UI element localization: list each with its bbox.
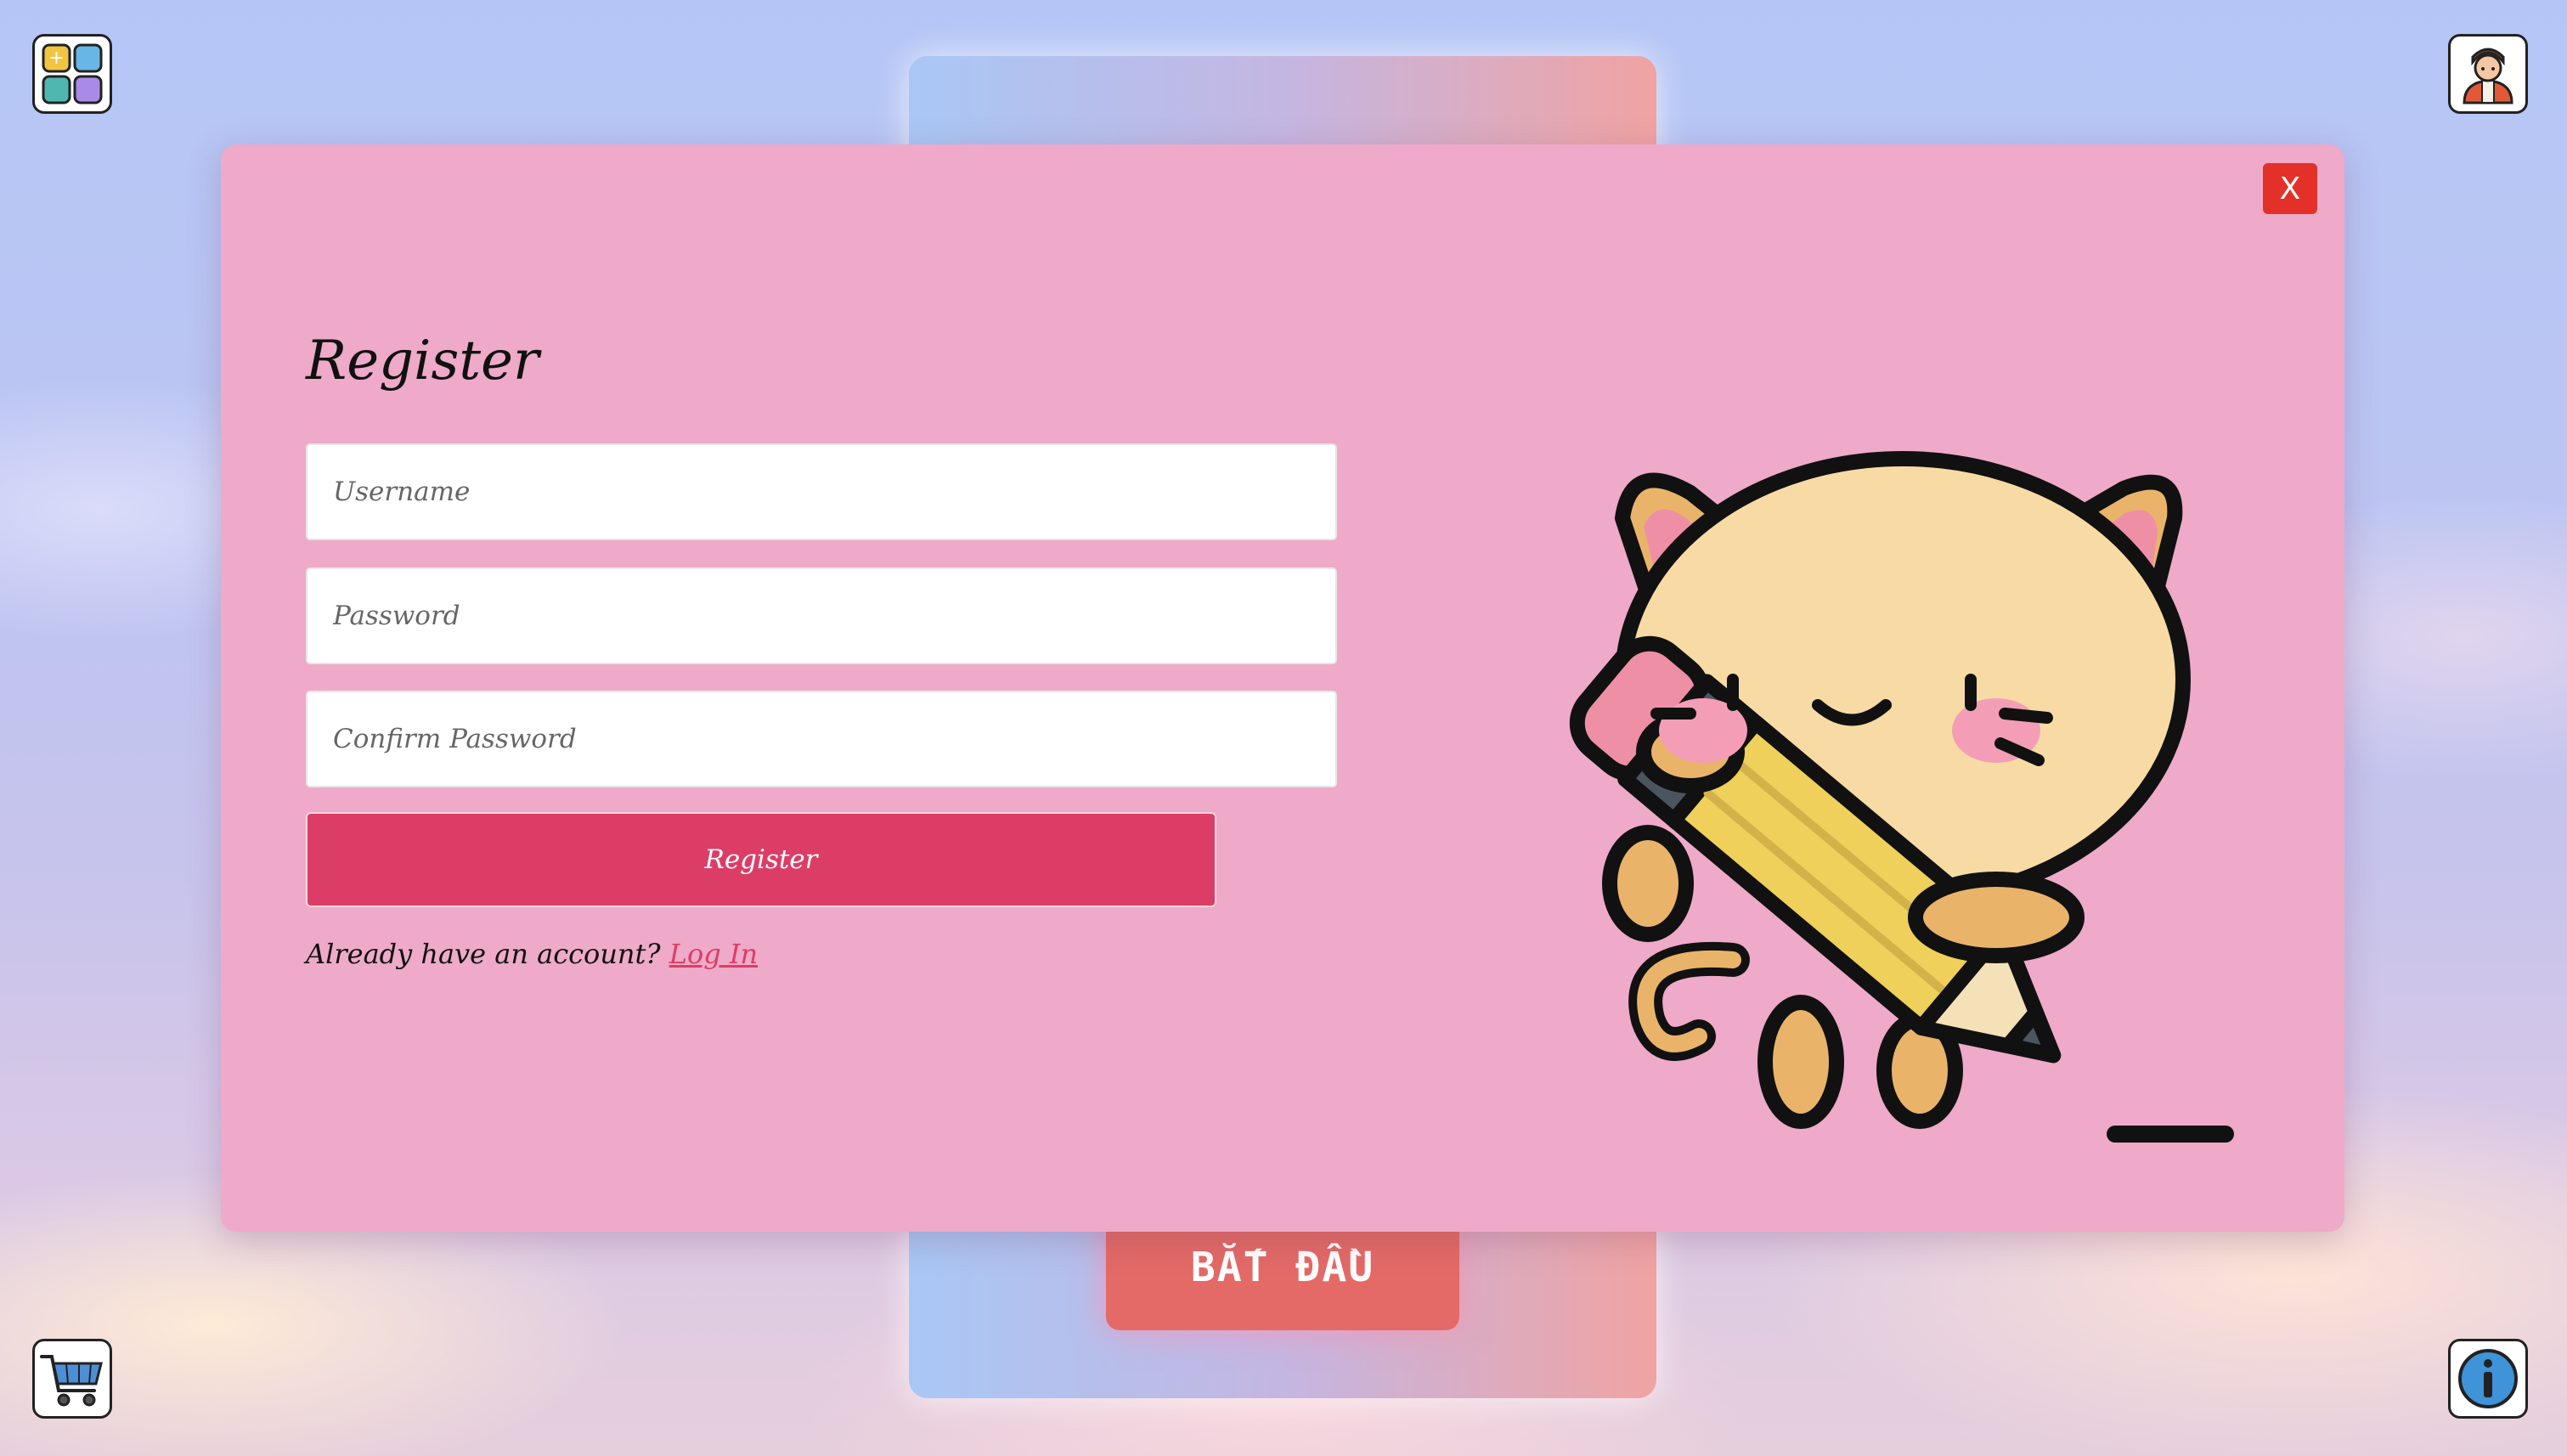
apps-menu-button[interactable]: + — [32, 34, 112, 114]
user-avatar-icon — [2463, 48, 2513, 104]
register-button[interactable]: Register — [306, 812, 1216, 907]
form-title: Register — [306, 330, 539, 392]
shopping-cart-icon — [40, 1355, 103, 1407]
info-icon — [2458, 1349, 2518, 1408]
username-input[interactable] — [306, 443, 1337, 540]
apps-grid-icon: + — [42, 43, 103, 104]
cat-pencil-illustration — [1569, 451, 2234, 1143]
info-button[interactable] — [2448, 1339, 2528, 1419]
close-button[interactable]: X — [2263, 163, 2317, 214]
login-prompt-text: Already have an account? — [306, 938, 661, 970]
shop-button[interactable] — [32, 1339, 112, 1419]
profile-button[interactable] — [2448, 34, 2528, 114]
confirm-password-input[interactable] — [306, 691, 1337, 787]
login-prompt-row: Already have an account? Log In — [306, 938, 758, 970]
login-link[interactable]: Log In — [669, 938, 758, 970]
svg-text:+: + — [48, 48, 64, 69]
register-modal: X Register Register Already have an acco… — [221, 144, 2344, 1232]
password-input[interactable] — [306, 567, 1337, 664]
